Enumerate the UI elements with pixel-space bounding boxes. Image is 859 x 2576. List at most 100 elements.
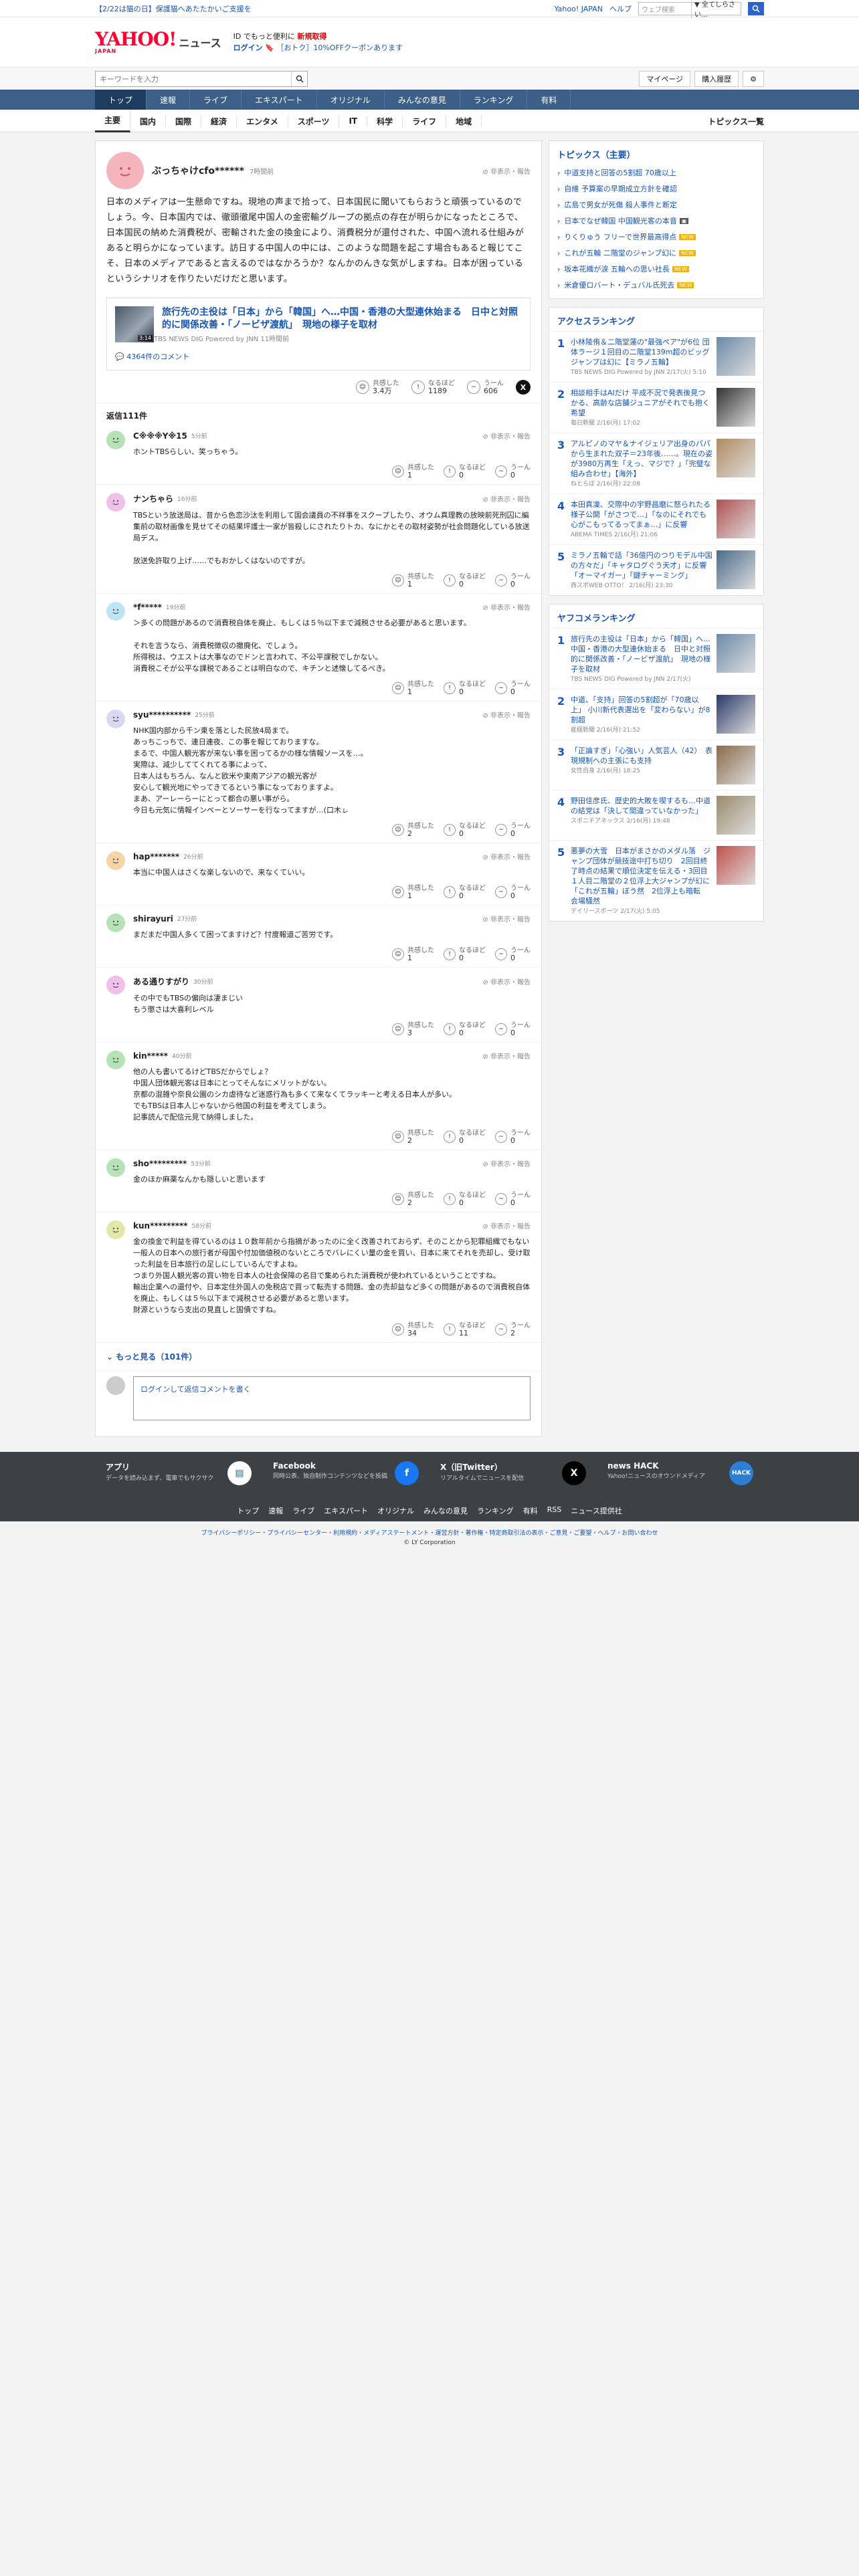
hide-report-link[interactable]: ⊘ 非表示・報告: [482, 851, 531, 861]
reply-username[interactable]: *f*****: [133, 603, 162, 612]
footer-link[interactable]: みんなの意見: [423, 1505, 468, 1516]
coupon-link[interactable]: ［おトク］10%OFFクーポンあります: [276, 43, 403, 52]
topic-item[interactable]: りくりゅう フリーで世界最高得点NEW: [549, 229, 763, 245]
topic-item[interactable]: 坂本花織が涙 五輪への思い社長NEW: [549, 261, 763, 277]
ranking-item[interactable]: 2 中道、「支持」回答の5割超が「70歳以上」 小川新代表選出を「変わらない」が8…: [549, 689, 763, 740]
keyword-search-button[interactable]: [291, 72, 307, 86]
topic-item[interactable]: 米倉優ロバート・デュバル氏死去NEW: [549, 277, 763, 293]
ranking-title[interactable]: 本田真凜、交際中の宇野昌磨に怒られたる様子公開「がさつで…」「なのにそれでも心が…: [571, 500, 712, 530]
react-insight[interactable]: ! なるほど 0: [444, 681, 486, 695]
react-hmm[interactable]: ~ うーん 606: [467, 380, 504, 395]
footer-facebook[interactable]: Facebook 同時公表、独自制作コンテンツなどを投稿 f: [262, 1461, 430, 1485]
settings-button[interactable]: ⚙: [743, 71, 764, 87]
topic-item[interactable]: 広島で男女が死傷 殺人事件と断定: [549, 197, 763, 213]
reply-login-link[interactable]: ログイン: [140, 1385, 170, 1394]
footer-link[interactable]: オリジナル: [377, 1505, 414, 1516]
footer-link[interactable]: トップ: [237, 1505, 259, 1516]
cat-science[interactable]: 科学: [367, 115, 403, 127]
article-comments-link[interactable]: 💬 4364件のコメント: [115, 351, 522, 362]
react-agree[interactable]: ☺ 共感した 2: [392, 823, 434, 837]
help-link[interactable]: ヘルプ: [609, 3, 632, 14]
gnav-live[interactable]: ライブ: [190, 90, 242, 110]
hide-report-link[interactable]: ⊘ 非表示・報告: [482, 710, 531, 720]
ranking-title[interactable]: 相談相手はAIだけ 平成不況で発表後見つかる、高齢な店舗ジュニアがそれでも抱く希…: [571, 388, 712, 418]
hide-report-link[interactable]: ⊘ 非表示・報告: [482, 976, 531, 986]
gnav-opinion[interactable]: みんなの意見: [385, 90, 460, 110]
cat-economy[interactable]: 経済: [201, 115, 237, 127]
topic-item[interactable]: 自維 予算案の早期成立方針を確認: [549, 181, 763, 197]
react-hmm[interactable]: ~ うーん 0: [495, 823, 531, 837]
cat-world[interactable]: 国際: [166, 115, 202, 127]
react-insight[interactable]: ! なるほど 1189: [411, 380, 455, 395]
ranking-item[interactable]: 3 アルピノのマヤ＆ナイジェリア出身のパパから生まれた双子＝23年後……。現在の姿…: [549, 433, 763, 494]
promo-link[interactable]: 【2/22は猫の日】保護猫へあたたかいご支援を: [95, 3, 252, 14]
show-more-button[interactable]: ⌄ もっと見る（101件）: [96, 1343, 541, 1370]
reply-username[interactable]: hap*******: [133, 852, 179, 861]
topic-item[interactable]: 日本でなぜ韓国 中国観光客の本音▣: [549, 213, 763, 229]
login-link[interactable]: ログイン: [233, 43, 263, 52]
footer-newshack[interactable]: news HACK Yahoo!ニュースのオウンドメディア HACK: [597, 1461, 764, 1485]
ranking-item[interactable]: 4 本田真凜、交際中の宇野昌磨に怒られたる様子公開「がさつで…」「なのにそれでも心…: [549, 494, 763, 544]
reply-username[interactable]: shirayuri: [133, 914, 173, 924]
react-insight[interactable]: ! なるほど 0: [444, 947, 486, 962]
react-hmm[interactable]: ~ うーん 0: [495, 1192, 531, 1206]
article-title[interactable]: 旅行先の主役は「日本」から「韓国」へ…中国・香港の大型連休始まる 日中と対照的に…: [162, 306, 522, 332]
hide-report-link[interactable]: ⊘ 非表示・報告: [482, 914, 531, 924]
ranking-title[interactable]: ミラノ五輪で話「36億円のつりモデル中国の方々だ」「キャタログぐう天才」に反響「…: [571, 550, 712, 580]
gnav-top[interactable]: トップ: [95, 90, 147, 110]
gnav-ranking[interactable]: ランキング: [460, 90, 528, 110]
ranking-item[interactable]: 3 「正論すぎ」「心強い」人気芸人（42） 表現規制への主張にも支持 女性自身 2/…: [549, 740, 763, 790]
react-insight[interactable]: ! なるほど 0: [444, 885, 486, 899]
news-logo[interactable]: ニュース: [179, 34, 221, 50]
react-insight[interactable]: ! なるほど 0: [444, 1192, 486, 1206]
react-agree[interactable]: ☺ 共感した 3: [392, 1022, 434, 1037]
hide-report-link[interactable]: ⊘ 非表示・報告: [482, 602, 531, 612]
footer-x[interactable]: X（旧Twitter） リアルタイムでニュースを配信 X: [430, 1461, 597, 1485]
reply-textarea[interactable]: ログインして返信コメントを書く: [133, 1376, 531, 1420]
ranking-item[interactable]: 2 相談相手はAIだけ 平成不況で発表後見つかる、高齢な店舗ジュニアがそれでも抱く…: [549, 382, 763, 433]
web-search-button[interactable]: [748, 2, 764, 15]
reply-username[interactable]: ナンちゃら: [133, 493, 173, 504]
keyword-search-input[interactable]: [96, 72, 291, 86]
footer-link[interactable]: エキスパート: [324, 1505, 368, 1516]
ranking-item[interactable]: 5 悪夢の大雪 日本がまさかのメダル落 ジャンプ団体が競技途中打ち切り 2回目終了…: [549, 840, 763, 921]
react-hmm[interactable]: ~ うーん 0: [495, 573, 531, 588]
ranking-title[interactable]: 悪夢の大雪 日本がまさかのメダル落 ジャンプ団体が競技途中打ち切り 2回目終了時…: [571, 846, 712, 906]
react-hmm[interactable]: ~ うーん 2: [495, 1322, 531, 1337]
react-insight[interactable]: ! なるほど 0: [444, 1022, 486, 1037]
legal-link-list[interactable]: プライバシーポリシー・プライバシーセンター・利用規約・メディアステートメント・運…: [201, 1530, 658, 1537]
yahoo-japan-link[interactable]: Yahoo! JAPAN: [554, 5, 603, 13]
react-hmm[interactable]: ~ うーん 0: [495, 1130, 531, 1144]
ranking-title[interactable]: 旅行先の主役は「日本」から「韓国」へ…中国・香港の大型連休始まる 日中と対照的に…: [571, 634, 712, 674]
react-hmm[interactable]: ~ うーん 0: [495, 464, 531, 479]
yahoo-logo[interactable]: YAHOO! JAPAN: [95, 30, 177, 54]
cat-domestic[interactable]: 国内: [130, 115, 167, 127]
react-agree[interactable]: ☺ 共感した 1: [392, 947, 434, 962]
footer-link[interactable]: ライブ: [292, 1505, 314, 1516]
gnav-original[interactable]: オリジナル: [317, 90, 385, 110]
gnav-breaking[interactable]: 速報: [147, 90, 191, 110]
footer-link[interactable]: ランキング: [477, 1505, 514, 1516]
reply-username[interactable]: ある通りすがり: [133, 976, 189, 987]
react-insight[interactable]: ! なるほど 11: [444, 1322, 486, 1337]
ranking-item[interactable]: 4 野田佳彦氏、歴史的大敗を喫するも…中道の結党は「決して間違っていなかった」 スポ…: [549, 790, 763, 840]
react-agree[interactable]: ☺ 共感した 2: [392, 1192, 434, 1206]
hide-report-link[interactable]: ⊘ 非表示・報告: [482, 166, 531, 176]
footer-link[interactable]: 有料: [523, 1505, 538, 1516]
reply-username[interactable]: syu**********: [133, 710, 191, 720]
react-agree[interactable]: ☺ 共感した 3.4万: [356, 380, 399, 395]
reply-username[interactable]: C※※※Y※15: [133, 431, 187, 441]
react-hmm[interactable]: ~ うーん 0: [495, 947, 531, 962]
web-search-input[interactable]: ウェブ検索: [639, 4, 691, 14]
hide-report-link[interactable]: ⊘ 非表示・報告: [482, 1158, 531, 1168]
react-agree[interactable]: ☺ 共感した 1: [392, 681, 434, 695]
footer-link[interactable]: RSS: [547, 1505, 562, 1516]
react-agree[interactable]: ☺ 共感した 2: [392, 1130, 434, 1144]
cat-life[interactable]: ライフ: [403, 115, 447, 127]
topics-list-link[interactable]: トピックス一覧: [708, 116, 764, 127]
react-hmm[interactable]: ~ うーん 0: [495, 681, 531, 695]
cat-sports[interactable]: スポーツ: [288, 115, 340, 127]
topic-item[interactable]: これが五輪 二階堂のジャンプ幻にNEW: [549, 245, 763, 261]
react-insight[interactable]: ! なるほど 0: [444, 573, 486, 588]
hide-report-link[interactable]: ⊘ 非表示・報告: [482, 1220, 531, 1230]
